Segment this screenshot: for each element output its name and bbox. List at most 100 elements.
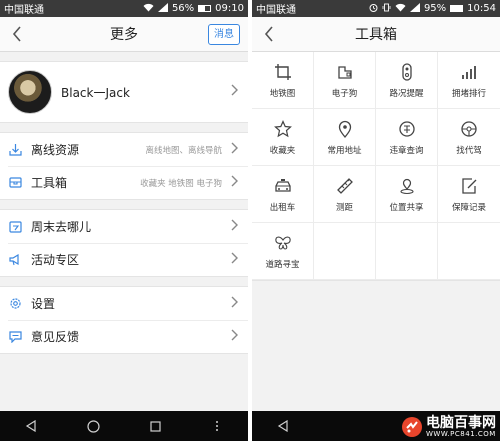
system-nav-bar [0,411,248,441]
menu-group-resources: 离线资源 离线地图、离线导航 工具箱 收藏夹 地铁图 电子狗 [0,132,248,200]
tool-empty-slot [376,223,438,280]
ruler-icon [335,176,355,196]
chevron-right-icon [228,252,240,268]
taxi-icon [273,176,293,196]
violation-icon [397,119,417,139]
app-bar: 更多 消息 [0,17,248,52]
tool-empty-slot [314,223,376,280]
location-pin-icon [335,119,355,139]
download-icon [8,143,22,157]
steering-wheel-icon [459,119,479,139]
signal-icon [409,2,420,15]
menu-item-events[interactable]: 活动专区 [0,243,248,276]
tool-label: 违章查询 [389,145,424,156]
camera-dog-icon [335,62,355,82]
menu-item-weekend[interactable]: 周末去哪儿 [0,210,248,243]
battery-icon [450,5,464,12]
carrier-name: 中国联通 [4,5,44,16]
menu-item-settings[interactable]: 设置 [0,287,248,320]
tool-road-treasure[interactable]: 道路寻宝 [252,223,314,280]
user-name: Black一Jack [61,85,130,100]
status-bar: 中国联通 56% 09:10 [0,0,248,17]
tool-measure-distance[interactable]: 测距 [314,166,376,223]
back-arrow-icon[interactable] [260,25,278,43]
chevron-right-icon [228,296,240,312]
site-logo-icon [401,416,423,438]
back-arrow-icon[interactable] [8,25,26,43]
megaphone-icon [8,253,22,267]
tool-label: 收藏夹 [269,145,296,156]
tool-label: 地铁图 [269,88,296,99]
shield-record-icon [459,176,479,196]
more-screen: 中国联通 56% 09:10 更多 消息 Black一Jack 离线资源 离线地… [0,0,248,441]
watermark-title: 电脑百事网 [426,415,496,431]
battery-icon [198,5,212,12]
tool-traffic-alert[interactable]: 路况提醒 [376,52,438,109]
signal-bars-icon [459,62,479,82]
app-bar: 工具箱 [252,17,500,52]
tool-label: 常用地址 [327,145,362,156]
tool-designated-driver[interactable]: 找代驾 [438,109,500,166]
clock: 09:10 [215,3,244,14]
nav-back-icon[interactable] [273,416,293,436]
menu-item-offline-resources[interactable]: 离线资源 离线地图、离线导航 [0,133,248,166]
carrier-name: 中国联通 [256,5,296,16]
star-icon [273,119,293,139]
menu-item-hint: 离线地图、离线导航 [145,145,222,156]
tool-label: 位置共享 [389,202,424,213]
menu-item-label: 设置 [31,297,56,311]
tool-empty-slot [438,223,500,280]
tool-location-share[interactable]: 位置共享 [376,166,438,223]
wifi-icon [395,3,406,15]
chevron-right-icon [228,329,240,345]
menu-item-toolbox[interactable]: 工具箱 收藏夹 地铁图 电子狗 [0,166,248,199]
clock: 10:54 [467,3,496,14]
tool-speed-camera[interactable]: 电子狗 [314,52,376,109]
nav-back-icon[interactable] [21,416,41,436]
battery-percent: 95% [423,3,447,14]
tool-congestion-rank[interactable]: 拥堵排行 [438,52,500,109]
watermark-url: WWW.PC841.COM [426,430,496,438]
nav-menu-icon[interactable] [207,416,227,436]
chevron-right-icon [228,219,240,235]
battery-percent: 56% [171,3,195,14]
tool-label: 道路寻宝 [265,259,300,270]
tool-label: 电子狗 [331,88,358,99]
alarm-icon [369,3,378,15]
tool-taxi[interactable]: 出租车 [252,166,314,223]
chevron-right-icon [228,84,240,100]
crop-icon [273,62,293,82]
signal-icon [157,2,168,15]
tool-label: 测距 [335,202,353,213]
avatar [8,70,52,114]
tool-favorites[interactable]: 收藏夹 [252,109,314,166]
tool-label: 保障记录 [451,202,486,213]
menu-group-settings: 设置 意见反馈 [0,286,248,354]
toolbox-screen: 中国联通 95% 10:54 工具箱 地铁图 电子狗 路况提醒 拥堵排行 收藏夹… [252,0,500,441]
calendar-icon [8,220,22,234]
tool-protection-record[interactable]: 保障记录 [438,166,500,223]
tool-label: 出租车 [269,202,296,213]
tool-violation-check[interactable]: 违章查询 [376,109,438,166]
page-title: 工具箱 [355,27,397,43]
wifi-icon [143,3,154,15]
nav-recents-icon[interactable] [145,416,165,436]
menu-group-activities: 周末去哪儿 活动专区 [0,209,248,277]
butterfly-icon [273,233,293,253]
menu-item-feedback[interactable]: 意见反馈 [0,320,248,353]
tool-label: 找代驾 [456,145,482,156]
tool-common-address[interactable]: 常用地址 [314,109,376,166]
traffic-light-icon [397,62,417,82]
toolbox-icon [8,176,22,190]
menu-item-label: 周末去哪儿 [31,220,92,234]
gear-icon [8,297,22,311]
menu-item-label: 活动专区 [31,253,80,267]
feedback-icon [8,330,22,344]
vibrate-icon [382,3,391,15]
profile-card[interactable]: Black一Jack [0,61,248,123]
tool-subway-map[interactable]: 地铁图 [252,52,314,109]
tool-grid: 地铁图 电子狗 路况提醒 拥堵排行 收藏夹 常用地址 违章查询 找代驾 出租车 … [252,52,500,281]
message-button[interactable]: 消息 [208,24,240,45]
site-watermark: 电脑百事网 WWW.PC841.COM [401,416,496,438]
nav-home-icon[interactable] [83,416,103,436]
